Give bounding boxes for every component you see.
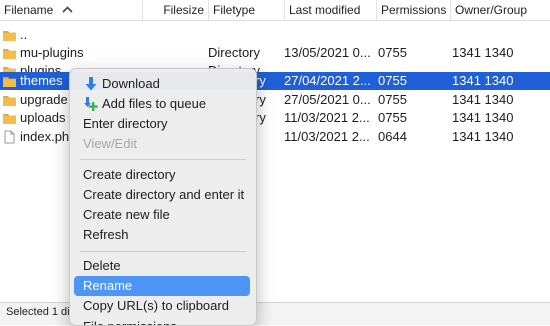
menu-item-refresh[interactable]: Refresh bbox=[74, 225, 250, 245]
menu-item-copy-urls[interactable]: Copy URL(s) to clipboard bbox=[74, 296, 250, 316]
add-to-queue-icon bbox=[84, 97, 98, 111]
file-icon bbox=[4, 130, 15, 144]
menu-item-view-edit: View/Edit bbox=[74, 134, 250, 154]
menu-item-label: Delete bbox=[83, 258, 121, 273]
file-row-mu-plugins[interactable]: mu-plugins Directory 13/05/2021 0... 075… bbox=[0, 44, 550, 62]
column-header-last-modified-label: Last modified bbox=[289, 3, 361, 17]
file-list-header: Filename Filesize Filetype Last modified… bbox=[0, 0, 550, 21]
menu-item-label: Add files to queue bbox=[102, 96, 207, 111]
file-modified: 27/05/2021 0... bbox=[284, 92, 371, 107]
column-header-filename[interactable]: Filename bbox=[0, 0, 142, 20]
menu-separator bbox=[80, 251, 246, 252]
menu-item-label: Enter directory bbox=[83, 116, 168, 131]
menu-item-label: Refresh bbox=[83, 227, 129, 242]
column-header-permissions-label: Permissions bbox=[381, 3, 447, 17]
file-permissions: 0755 bbox=[378, 45, 407, 60]
menu-item-download[interactable]: Download bbox=[74, 74, 250, 94]
file-row-parent[interactable]: .. bbox=[0, 26, 550, 44]
context-menu: Download Add files to queue Enter direct… bbox=[69, 68, 257, 326]
status-text: Selected 1 di bbox=[6, 306, 70, 318]
file-owner: 1341 1340 bbox=[452, 92, 514, 107]
column-header-owner-group[interactable]: Owner/Group bbox=[450, 0, 550, 20]
file-name: mu-plugins bbox=[20, 45, 84, 60]
column-header-filesize-label: Filesize bbox=[163, 3, 204, 17]
file-owner: 1341 1340 bbox=[452, 110, 514, 125]
menu-item-label: File permissions... bbox=[83, 317, 188, 325]
column-header-last-modified[interactable]: Last modified bbox=[284, 0, 376, 20]
download-arrow-icon bbox=[85, 77, 97, 91]
file-owner: 1341 1340 bbox=[452, 73, 514, 88]
menu-item-rename[interactable]: Rename bbox=[74, 276, 250, 296]
menu-item-enter-directory[interactable]: Enter directory bbox=[74, 114, 250, 134]
column-header-filesize[interactable]: Filesize bbox=[142, 0, 208, 20]
column-header-filetype[interactable]: Filetype bbox=[208, 0, 284, 20]
file-permissions: 0755 bbox=[378, 110, 407, 125]
menu-item-label: Create directory and enter it bbox=[83, 187, 245, 202]
file-modified: 13/05/2021 0... bbox=[284, 45, 371, 60]
file-owner: 1341 1340 bbox=[452, 45, 514, 60]
folder-icon bbox=[3, 77, 16, 87]
menu-item-create-directory[interactable]: Create directory bbox=[74, 165, 250, 185]
menu-item-delete[interactable]: Delete bbox=[74, 256, 250, 276]
file-permissions: 0755 bbox=[378, 92, 407, 107]
folder-icon bbox=[3, 31, 16, 41]
file-name: .. bbox=[20, 27, 28, 42]
menu-item-label: Create directory bbox=[83, 167, 176, 182]
file-permissions: 0755 bbox=[378, 73, 407, 88]
folder-icon bbox=[3, 114, 16, 124]
menu-item-create-directory-enter[interactable]: Create directory and enter it bbox=[74, 185, 250, 205]
file-permissions: 0644 bbox=[378, 129, 407, 144]
file-owner: 1341 1340 bbox=[452, 129, 514, 144]
column-header-filetype-label: Filetype bbox=[213, 3, 256, 17]
menu-item-label: Download bbox=[102, 76, 160, 91]
column-header-filename-label: Filename bbox=[4, 3, 54, 17]
menu-item-label: View/Edit bbox=[83, 136, 137, 151]
file-type: ry bbox=[255, 92, 266, 107]
file-modified: 11/03/2021 2... bbox=[284, 110, 370, 125]
folder-icon bbox=[3, 49, 16, 59]
file-modified: 27/04/2021 2... bbox=[284, 73, 371, 88]
sort-ascending-icon bbox=[62, 6, 73, 13]
menu-item-file-permissions[interactable]: File permissions... bbox=[74, 317, 250, 325]
menu-item-label: Create new file bbox=[83, 207, 170, 222]
column-header-owner-group-label: Owner/Group bbox=[455, 3, 528, 17]
menu-item-create-new-file[interactable]: Create new file bbox=[74, 205, 250, 225]
menu-item-label: Copy URL(s) to clipboard bbox=[83, 298, 229, 313]
file-type: ry bbox=[255, 110, 266, 125]
menu-item-label: Rename bbox=[83, 278, 133, 293]
menu-item-add-to-queue[interactable]: Add files to queue bbox=[74, 94, 250, 114]
column-header-permissions[interactable]: Permissions bbox=[376, 0, 450, 20]
file-type: Directory bbox=[208, 45, 261, 60]
file-modified: 11/03/2021 2... bbox=[284, 129, 370, 144]
folder-icon bbox=[3, 96, 16, 106]
menu-separator bbox=[80, 159, 246, 160]
file-type: ry bbox=[255, 73, 266, 88]
